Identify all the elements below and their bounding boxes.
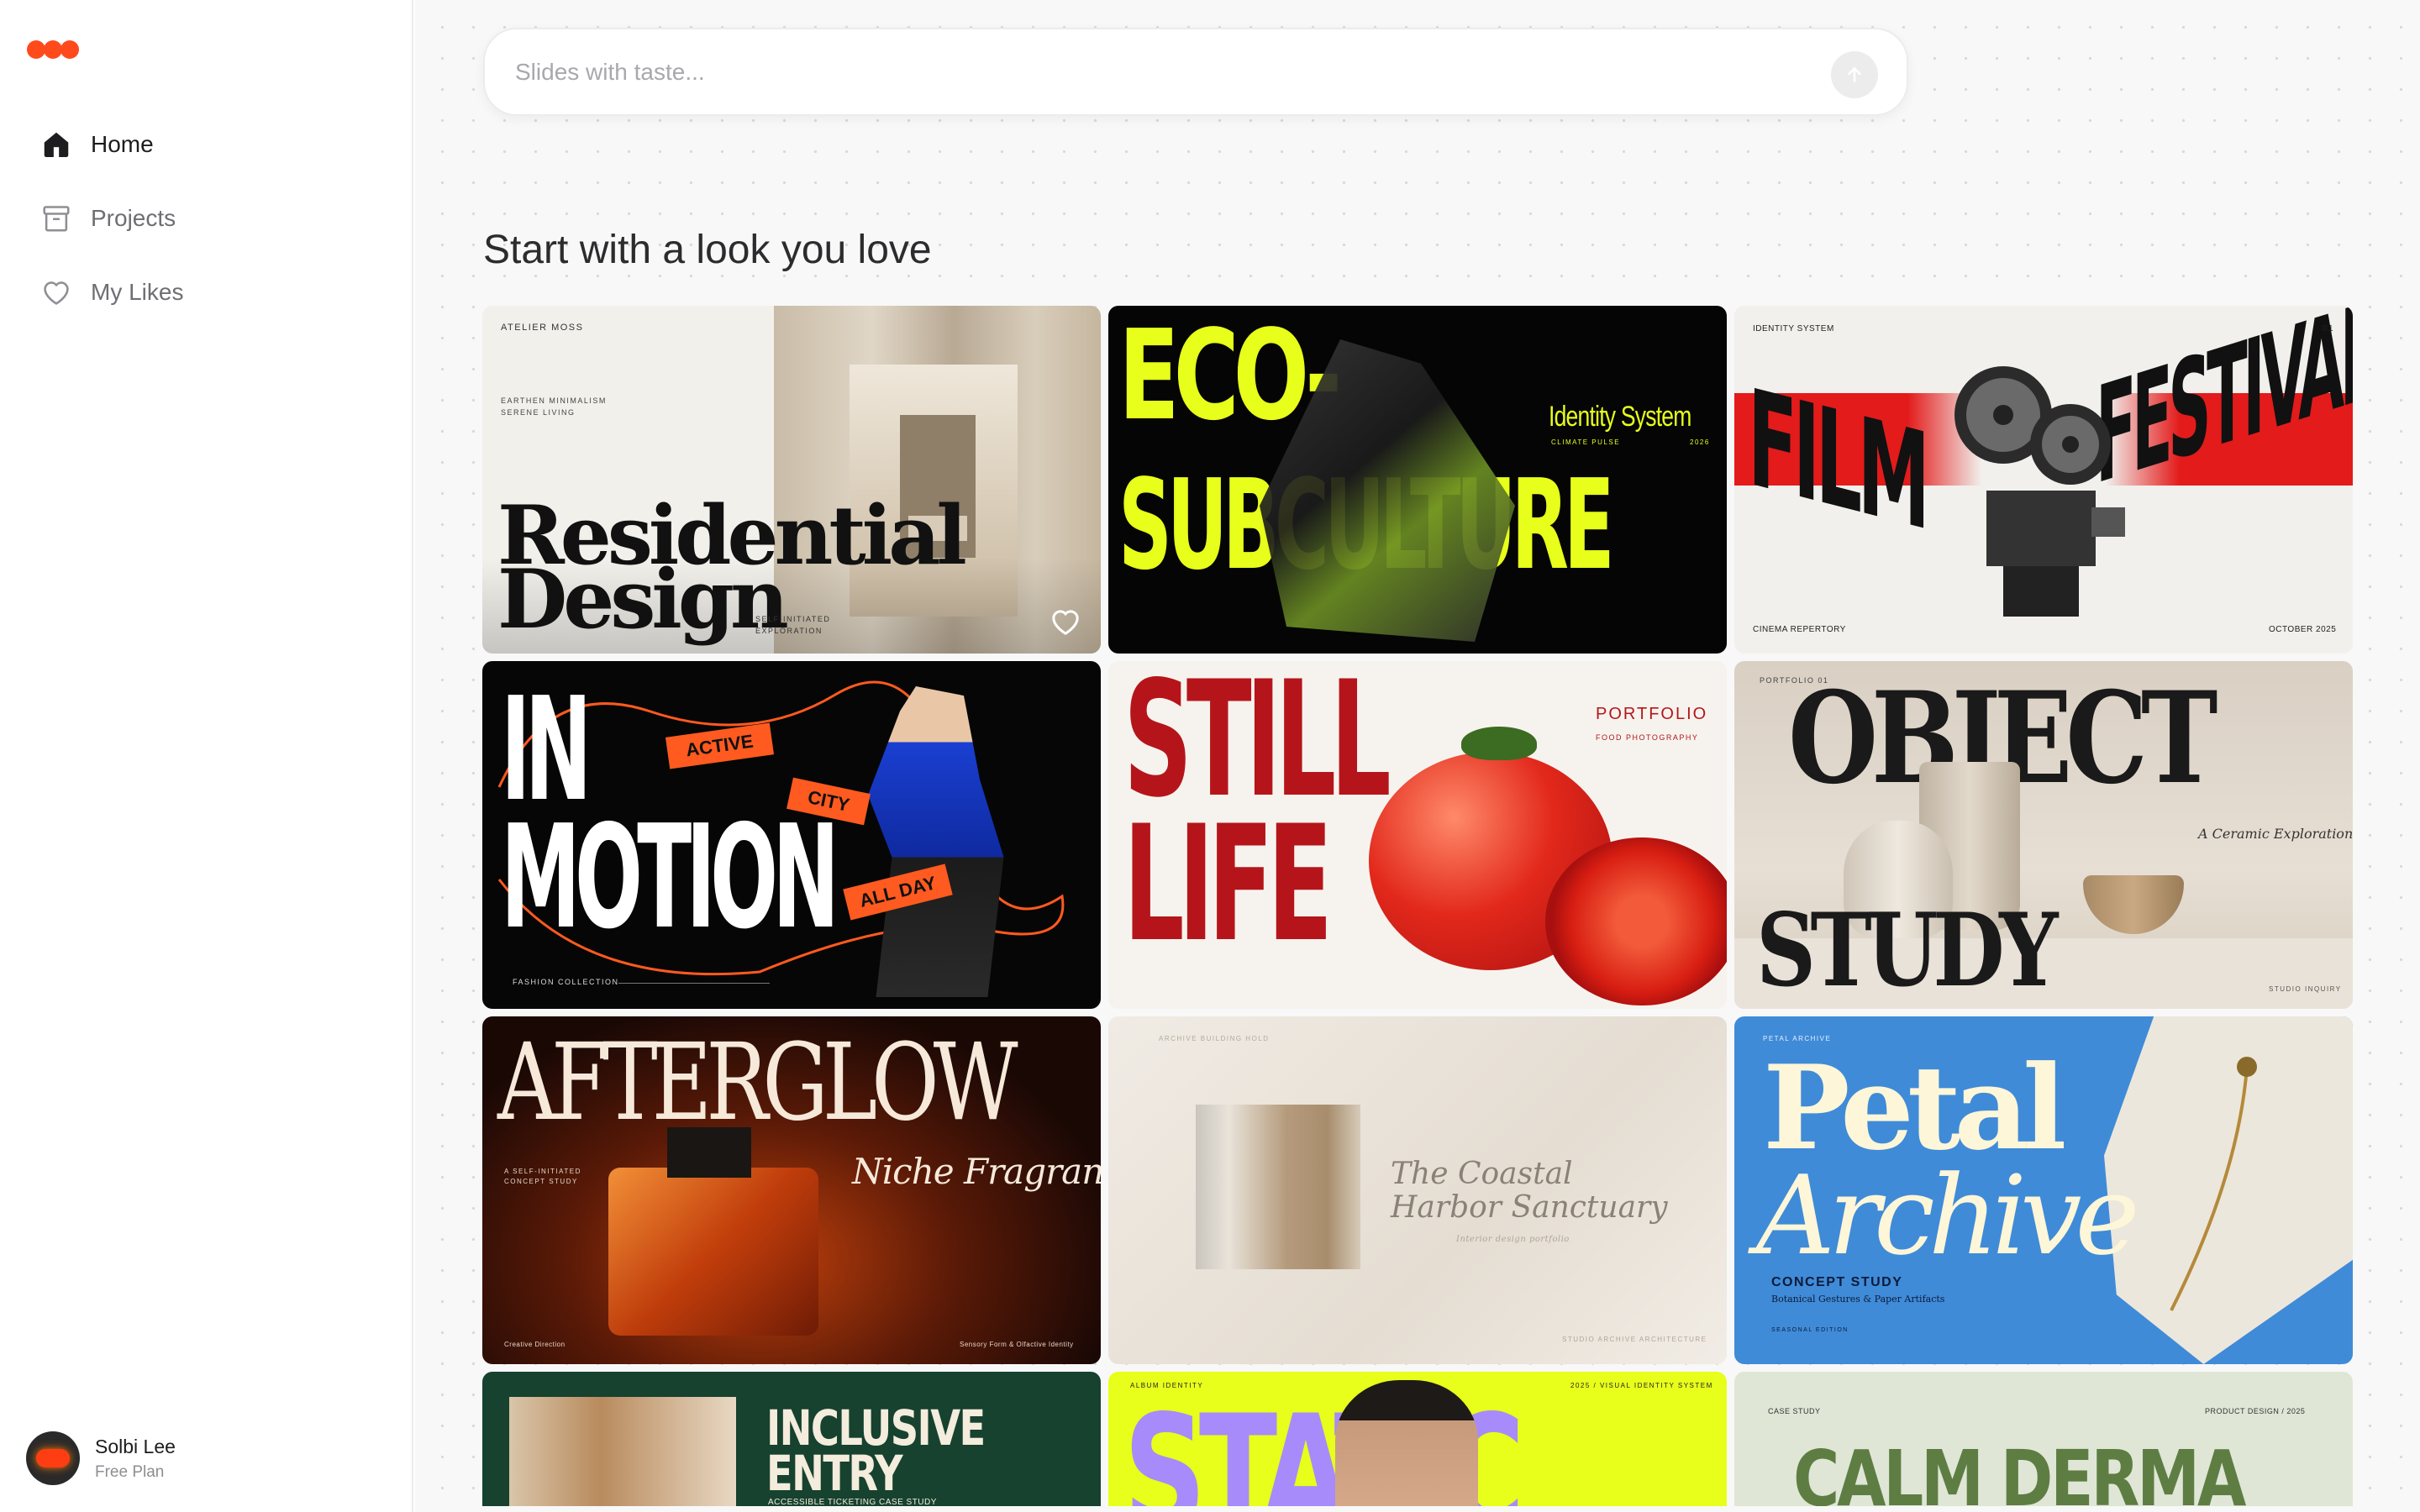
card-title: AFTERGLOW: [497, 1021, 1018, 1144]
template-card-petal[interactable]: PETAL ARCHIVE Petal Archive CONCEPT STUD…: [1734, 1016, 2353, 1364]
card-tag: FOOD PHOTOGRAPHY: [1596, 733, 1699, 742]
card-title: INCLUSIVE: [766, 1399, 986, 1457]
card-subtitle: Niche Fragrance: [852, 1151, 1101, 1192]
avatar: [26, 1431, 80, 1485]
card-tag: EARTHEN MINIMALISM: [501, 396, 607, 405]
card-title: STUDY: [1756, 891, 2058, 1009]
card-tag: FASHION COLLECTION: [513, 978, 619, 986]
portrait-image: [1335, 1380, 1478, 1506]
card-title: ECO-: [1118, 306, 1342, 448]
user-plan: Free Plan: [95, 1462, 165, 1481]
card-tag: A SELF-INITIATED: [504, 1168, 581, 1175]
card-subtitle: Botanical Gestures & Paper Artifacts: [1771, 1294, 1945, 1305]
card-date: OCTOBER 2025: [2269, 625, 2337, 634]
card-title: Petal: [1763, 1039, 2066, 1176]
card-subtitle: PORTFOLIO: [1596, 705, 1708, 723]
card-tag: CINEMA REPERTORY: [1753, 625, 1846, 634]
card-tag: CASE STUDY: [1768, 1407, 1821, 1415]
archive-box-icon: [43, 206, 70, 232]
card-title: STILL: [1123, 661, 1392, 832]
template-card-afterglow[interactable]: AFTERGLOW Niche Fragrance A SELF-INITIAT…: [482, 1016, 1101, 1364]
stem-image: [2170, 1057, 2257, 1311]
sidebar-item-label: Projects: [91, 205, 176, 231]
card-number: 01: [2323, 324, 2335, 333]
sidebar-item-label: My Likes: [91, 279, 184, 305]
template-card-inclusive[interactable]: INCLUSIVE ENTRY ACCESSIBLE TICKETING CAS…: [482, 1372, 1101, 1506]
card-title: Archive: [1756, 1152, 2140, 1279]
template-card-calm-derma[interactable]: CASE STUDY PRODUCT DESIGN / 2025 CALM DE…: [1734, 1372, 2353, 1506]
like-heart-icon[interactable]: [1049, 605, 1082, 638]
card-sub: SELF-INITIATED: [755, 615, 831, 623]
card-tag: SEASONAL EDITION: [1771, 1327, 1849, 1333]
template-card-eco[interactable]: ECO- SUBCULTURE Identity System CLIMATE …: [1108, 306, 1727, 654]
card-title: Harbor Sanctuary: [1391, 1190, 1668, 1225]
heart-icon: [44, 281, 69, 305]
card-subtitle: ACCESSIBLE TICKETING CASE STUDY: [768, 1498, 937, 1506]
card-title: FILM: [1748, 360, 1926, 561]
perfume-bottle-image: [608, 1168, 818, 1336]
card-tag: STUDIO INQUIRY: [2269, 985, 2342, 993]
template-card-object[interactable]: PORTFOLIO 01 OBJECT STUDY A Ceramic Expl…: [1734, 661, 2353, 1009]
logo-icon[interactable]: [26, 39, 80, 60]
card-subtitle: Identity System: [1549, 401, 1691, 433]
card-title: ENTRY: [766, 1445, 903, 1502]
user-profile[interactable]: Solbi Lee Free Plan: [26, 1431, 176, 1485]
projector-image: [1954, 366, 2125, 617]
card-title: MOTION: [501, 795, 839, 961]
card-tag: CLIMATE PULSE: [1551, 438, 1621, 446]
card-tag: STUDIO ARCHIVE ARCHITECTURE: [1562, 1336, 1707, 1343]
user-name: Solbi Lee: [95, 1435, 176, 1457]
card-title: LIFE: [1123, 791, 1333, 977]
window-photo: [1196, 1105, 1360, 1269]
sidebar-item-projects[interactable]: Projects: [40, 198, 176, 239]
sidebar-item-label: Home: [91, 131, 154, 157]
card-tag: 2025 / VISUAL IDENTITY SYSTEM: [1570, 1382, 1713, 1389]
card-tag: Creative Direction: [504, 1341, 566, 1348]
sidebar-item-likes[interactable]: My Likes: [40, 272, 183, 312]
sidebar: Home Projects My Likes Solbi Lee Free Pl…: [0, 0, 413, 1512]
card-tag: CONCEPT STUDY: [504, 1178, 578, 1185]
template-card-residential[interactable]: ATELIER MOSS EARTHEN MINIMALISM SERENE L…: [482, 306, 1101, 654]
home-icon: [44, 132, 69, 158]
template-card-motion[interactable]: IN MOTION ACTIVE CITY ALL DAY FASHION CO…: [482, 661, 1101, 1009]
card-subtitle: CONCEPT STUDY: [1771, 1275, 1903, 1289]
card-year: 2026: [1690, 438, 1710, 446]
template-card-coastal[interactable]: ARCHIVE BUILDING HOLD The Coastal Harbor…: [1108, 1016, 1727, 1364]
section-title: Start with a look you love: [483, 228, 932, 272]
main-content: Start with a look you love ATELIER MOSS …: [415, 0, 2420, 1512]
arrow-up-icon: [1848, 66, 1861, 82]
prompt-bar: [483, 28, 1908, 116]
card-title: The Coastal: [1391, 1157, 1573, 1191]
template-card-static[interactable]: ALBUM IDENTITY 2025 / VISUAL IDENTITY SY…: [1108, 1372, 1727, 1506]
card-subtitle: Interior design portfolio: [1456, 1235, 1570, 1244]
card-brand: ATELIER MOSS: [501, 323, 584, 333]
prompt-input[interactable]: [515, 58, 1776, 86]
arch-photo: [509, 1397, 736, 1506]
card-title: CALM DERMA: [1793, 1434, 2246, 1506]
card-tag: IDENTITY SYSTEM: [1753, 324, 1834, 333]
template-card-film[interactable]: FILM FESTIVAL IDENTITY SYSTEM 01 CINEMA …: [1734, 306, 2353, 654]
card-sub: EXPLORATION: [755, 627, 823, 635]
card-tag: PRODUCT DESIGN / 2025: [2205, 1407, 2306, 1415]
send-button[interactable]: [1831, 51, 1878, 98]
template-card-still-life[interactable]: STILL LIFE PORTFOLIO FOOD PHOTOGRAPHY: [1108, 661, 1727, 1009]
bowl-image: [2083, 875, 2184, 934]
card-tag: SERENE LIVING: [501, 408, 576, 417]
card-subtitle: A Ceramic Exploration: [2198, 826, 2353, 842]
tomato-half-image: [1545, 837, 1727, 1005]
sidebar-item-home[interactable]: Home: [40, 124, 154, 165]
card-title: Design: [497, 552, 789, 647]
card-tag: ARCHIVE BUILDING HOLD: [1159, 1035, 1270, 1042]
card-tag: Sensory Form & Olfactive Identity: [960, 1341, 1074, 1348]
